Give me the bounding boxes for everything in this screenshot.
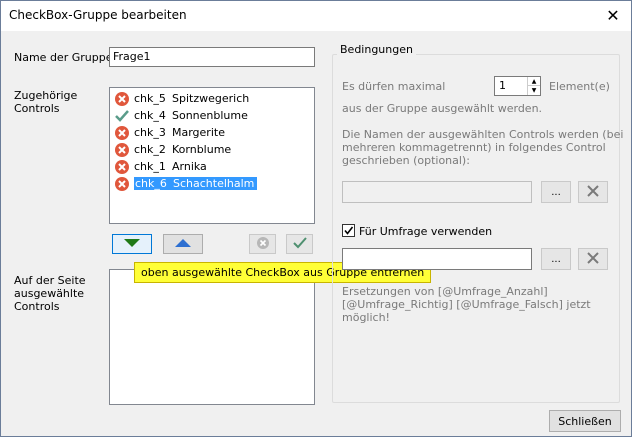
list-item[interactable]: chk_2 Kornblume (114, 141, 231, 158)
browse-target-button[interactable]: ... (541, 181, 571, 203)
item-text: Kornblume (172, 143, 232, 156)
item-text: Margerite (172, 126, 225, 139)
browse-survey-button[interactable]: ... (541, 248, 571, 270)
item-name: chk_1 (134, 160, 166, 173)
item-name: chk_5 (134, 92, 166, 105)
check-icon (292, 236, 307, 252)
x-icon (114, 159, 130, 175)
conditions-group-title: Bedingungen (337, 43, 416, 56)
clear-target-button[interactable] (578, 181, 608, 203)
names-line3: geschrieben (optional): (342, 154, 470, 167)
check-icon (114, 108, 130, 124)
move-down-button[interactable] (112, 234, 152, 254)
group-name-label: Name der Gruppe (14, 51, 113, 64)
item-name: chk_3 (134, 126, 166, 139)
list-item[interactable]: chk_3 Margerite (114, 124, 225, 141)
x-icon (114, 142, 130, 158)
close-window-button[interactable]: ✕ (603, 6, 623, 26)
arrow-up-icon (174, 238, 192, 251)
replacements-line1: Ersetzungen von [@Umfrage_Anzahl] (342, 285, 548, 298)
list-item[interactable]: chk_4 Sonnenblume (114, 107, 248, 124)
x-icon (114, 91, 130, 107)
item-text: Sonnenblume (172, 109, 248, 122)
item-text: Schachtelhalm (173, 177, 255, 190)
target-control-input[interactable] (342, 181, 532, 203)
list-item[interactable]: chk_1 Arnika (114, 158, 207, 175)
title-bar: CheckBox-Gruppe bearbeiten ✕ (1, 1, 631, 31)
max-count-stepper[interactable]: 1 ▲ ▼ (494, 76, 541, 96)
remove-button[interactable] (249, 234, 276, 254)
item-text: Spitzwegerich (172, 92, 250, 105)
spin-down-icon[interactable]: ▼ (527, 86, 540, 95)
item-name: chk_4 (134, 109, 166, 122)
window-title: CheckBox-Gruppe bearbeiten (9, 8, 187, 22)
list-item[interactable]: chk_5 Spitzwegerich (114, 90, 249, 107)
item-text: Arnika (172, 160, 207, 173)
close-icon (586, 184, 600, 201)
page-controls-label-line1: Auf der Seite (14, 274, 86, 287)
members-label-line1: Zugehörige (14, 89, 78, 102)
arrow-down-icon (123, 238, 141, 251)
dialog-window: CheckBox-Gruppe bearbeiten ✕ Name der Gr… (0, 0, 632, 437)
x-circle-icon (256, 236, 270, 253)
checkmark-icon (344, 226, 354, 235)
list-item-selected[interactable]: chk_6 Schachtelhalm (114, 175, 258, 192)
max-line2-text: aus der Gruppe ausgewählt werden. (342, 102, 543, 115)
max-count-value: 1 (499, 79, 506, 92)
survey-target-input[interactable] (342, 248, 532, 270)
page-controls-listbox[interactable] (109, 269, 315, 405)
close-button[interactable]: Schließen (549, 410, 621, 432)
replacements-line2: [@Umfrage_Richtig] [@Umfrage_Falsch] jet… (342, 298, 591, 311)
members-label-line2: Controls (14, 102, 60, 115)
members-listbox[interactable]: chk_5 Spitzwegerich chk_4 Sonnenblume ch… (109, 87, 315, 224)
survey-checkbox[interactable] (342, 224, 355, 237)
move-up-button[interactable] (163, 234, 203, 254)
page-controls-label-line3: Controls (14, 300, 60, 313)
item-name: chk_6 (135, 177, 167, 190)
close-icon (586, 251, 600, 268)
item-name: chk_2 (134, 143, 166, 156)
group-name-input[interactable]: Frage1 (109, 47, 315, 67)
names-line1: Die Namen der ausgewählten Controls werd… (342, 128, 624, 141)
spin-up-icon[interactable]: ▲ (527, 77, 540, 86)
names-line2: mehreren kommagetrennt) in folgendes Con… (342, 141, 606, 154)
max-prefix-text: Es dürfen maximal (342, 80, 446, 93)
clear-survey-button[interactable] (578, 248, 608, 270)
add-button[interactable] (286, 234, 313, 254)
page-controls-label-line2: ausgewählte (14, 287, 85, 300)
survey-checkbox-label[interactable]: Für Umfrage verwenden (359, 225, 492, 238)
max-suffix-text: Element(e) (549, 80, 610, 93)
x-icon (114, 176, 130, 192)
x-icon (114, 125, 130, 141)
replacements-line3: möglich! (342, 311, 390, 324)
